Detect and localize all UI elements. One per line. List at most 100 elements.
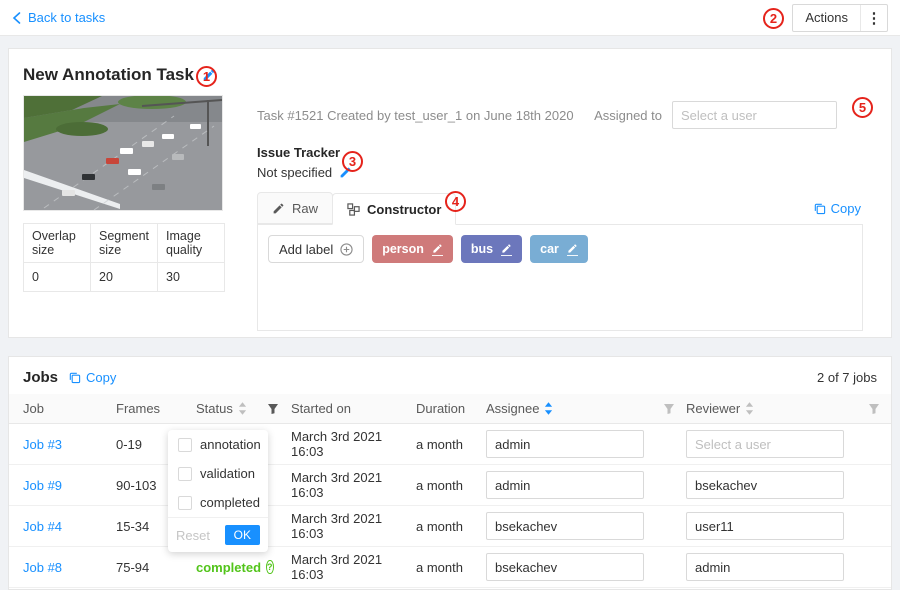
col-status: Status [196,401,233,416]
col-started-on: Started on [291,401,416,416]
callout-2: 2 [763,8,784,29]
status-filter-icon[interactable] [267,403,291,415]
assigned-to-label: Assigned to [594,108,662,123]
filter-option-validation[interactable]: validation [168,459,268,488]
param-header-segment: Segment size [91,224,158,263]
status-sort-icon[interactable] [238,402,247,415]
started-cell: March 3rd 2021 16:03 [291,429,416,459]
param-value-quality: 30 [158,263,225,292]
callout-4: 4 [445,191,466,212]
copy-icon [813,202,826,215]
col-job: Job [23,401,116,416]
table-row: Job #8 75-94 completed ? March 3rd 2021 … [9,547,891,588]
tab-constructor-label: Constructor [367,202,441,217]
filter-option-annotation[interactable]: annotation [168,430,268,459]
edit-label-icon[interactable] [501,243,512,256]
copy-jobs-label: Copy [86,370,116,385]
assignee-input[interactable] [486,471,644,499]
labels-constructor-panel: Add label person bus car [257,225,863,331]
add-label-button[interactable]: Add label [268,235,364,263]
job-link[interactable]: Job #4 [23,519,116,534]
status-cell: completed [196,560,261,575]
constructor-blocks-icon [347,203,360,216]
param-value-segment: 20 [91,263,158,292]
filter-reset-button[interactable]: Reset [176,528,210,543]
vertical-ellipsis-icon: ⋮ [861,9,887,27]
duration-cell: a month [416,519,486,534]
assignee-input[interactable] [486,430,644,458]
callout-1: 1 [196,66,217,87]
reviewer-filter-icon[interactable] [868,403,891,415]
param-header-quality: Image quality [158,224,225,263]
tab-constructor[interactable]: Constructor [332,193,456,225]
jobs-card: Jobs Copy 2 of 7 jobs Job Frames Status … [8,356,892,590]
table-row: Job #4 15-34 March 3rd 2021 16:03 a mont… [9,506,891,547]
col-duration: Duration [416,401,486,416]
assignee-input[interactable] [486,553,644,581]
task-params-table: Overlap size Segment size Image quality … [23,223,225,292]
actions-button-label: Actions [793,10,860,25]
copy-jobs-link[interactable]: Copy [68,370,118,385]
checkbox-icon[interactable] [178,496,192,510]
add-label-text: Add label [279,242,333,257]
table-row: Job #9 90-103 March 3rd 2021 16:03 a mon… [9,465,891,506]
back-to-tasks-link[interactable]: Back to tasks [12,10,105,25]
filter-option-label: completed [200,495,260,510]
task-title: New Annotation Task [23,65,194,85]
label-badge-car[interactable]: car [530,235,588,263]
pencil-icon [272,202,285,215]
reviewer-input[interactable] [686,471,844,499]
reviewer-input[interactable] [686,430,844,458]
filter-option-label: validation [200,466,255,481]
assignee-filter-icon[interactable] [663,403,686,415]
col-reviewer: Reviewer [686,401,740,416]
jobs-count: 2 of 7 jobs [817,370,877,385]
filter-ok-button[interactable]: OK [225,525,260,545]
issue-tracker-value: Not specified [257,165,332,180]
labels-tabs: Raw Constructor Copy [257,192,863,225]
reviewer-input[interactable] [686,512,844,540]
started-cell: March 3rd 2021 16:03 [291,470,416,500]
copy-icon [68,371,81,384]
reviewer-sort-icon[interactable] [745,402,754,415]
filter-option-label: annotation [200,437,261,452]
tab-raw-label: Raw [292,201,318,216]
task-assignee-input[interactable] [672,101,837,129]
task-preview-image [23,95,223,211]
tab-raw[interactable]: Raw [257,192,333,224]
duration-cell: a month [416,437,486,452]
reviewer-input[interactable] [686,553,844,581]
label-name: bus [471,242,493,256]
copy-labels-link[interactable]: Copy [813,201,863,216]
duration-cell: a month [416,478,486,493]
assignee-input[interactable] [486,512,644,540]
back-to-tasks-label: Back to tasks [28,10,105,25]
edit-label-icon[interactable] [567,243,578,256]
label-badge-person[interactable]: person [372,235,453,263]
actions-button[interactable]: Actions ⋮ [792,4,888,32]
started-cell: March 3rd 2021 16:03 [291,511,416,541]
edit-label-icon[interactable] [432,243,443,256]
assignee-sort-icon[interactable] [544,402,553,415]
job-link[interactable]: Job #3 [23,437,116,452]
jobs-table-header: Job Frames Status Started on Duration As… [9,394,891,424]
job-link[interactable]: Job #8 [23,560,116,575]
filter-option-completed[interactable]: completed [168,488,268,517]
started-cell: March 3rd 2021 16:03 [291,552,416,582]
chevron-left-icon [12,12,21,24]
task-meta-text: Task #1521 Created by test_user_1 on Jun… [257,108,574,123]
checkbox-icon[interactable] [178,438,192,452]
label-name: car [540,242,559,256]
label-badge-bus[interactable]: bus [461,235,522,263]
frames-cell: 75-94 [116,560,196,575]
checkbox-icon[interactable] [178,467,192,481]
param-value-overlap: 0 [24,263,91,292]
callout-3: 3 [342,151,363,172]
job-link[interactable]: Job #9 [23,478,116,493]
param-header-overlap: Overlap size [24,224,91,263]
duration-cell: a month [416,560,486,575]
question-circle-icon[interactable]: ? [266,560,274,574]
callout-5: 5 [852,97,873,118]
col-assignee: Assignee [486,401,539,416]
plus-circle-icon [340,243,353,256]
